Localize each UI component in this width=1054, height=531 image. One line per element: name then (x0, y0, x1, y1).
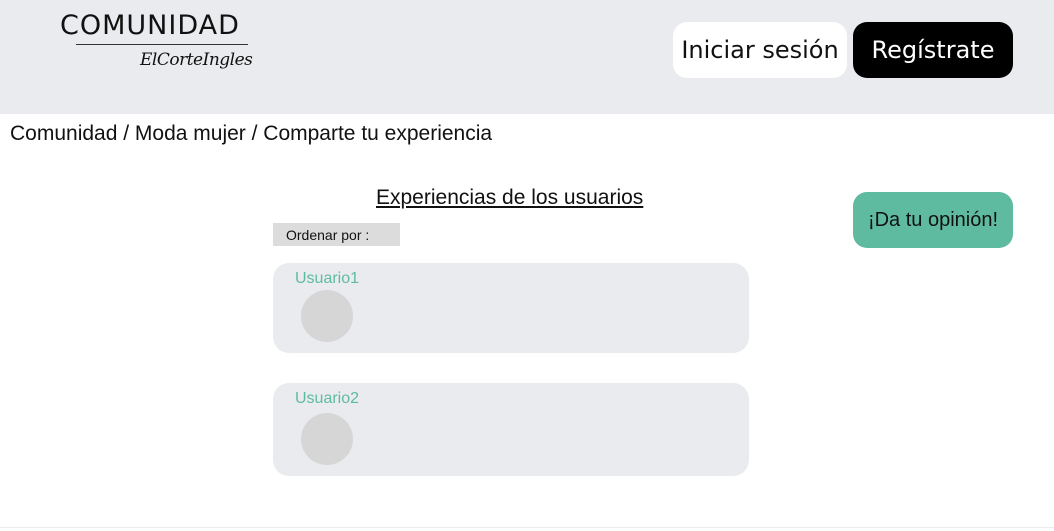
avatar-icon (301, 290, 353, 342)
section-title: Experiencias de los usuarios (376, 186, 644, 209)
review-username[interactable]: Usuario2 (295, 389, 359, 409)
review-username[interactable]: Usuario1 (295, 269, 359, 289)
sort-dropdown[interactable]: Ordenar por : (273, 223, 400, 246)
footer-divider (0, 527, 1054, 528)
review-card[interactable]: Usuario1 (273, 263, 749, 353)
comunidad-logo[interactable]: COMUNIDAD ElCorteIngles (60, 8, 253, 78)
give-opinion-button[interactable]: ¡Da tu opinión! (853, 192, 1013, 248)
logo-title: COMUNIDAD (60, 10, 240, 41)
site-header: COMUNIDAD ElCorteIngles Iniciar sesión R… (0, 0, 1054, 114)
login-button[interactable]: Iniciar sesión (673, 22, 847, 78)
logo-divider (76, 44, 248, 45)
logo-brand-signature: ElCorteIngles (140, 50, 253, 70)
review-card[interactable]: Usuario2 (273, 383, 749, 476)
breadcrumb[interactable]: Comunidad / Moda mujer / Comparte tu exp… (10, 120, 492, 148)
register-button[interactable]: Regístrate (853, 22, 1013, 78)
avatar-icon (301, 413, 353, 465)
